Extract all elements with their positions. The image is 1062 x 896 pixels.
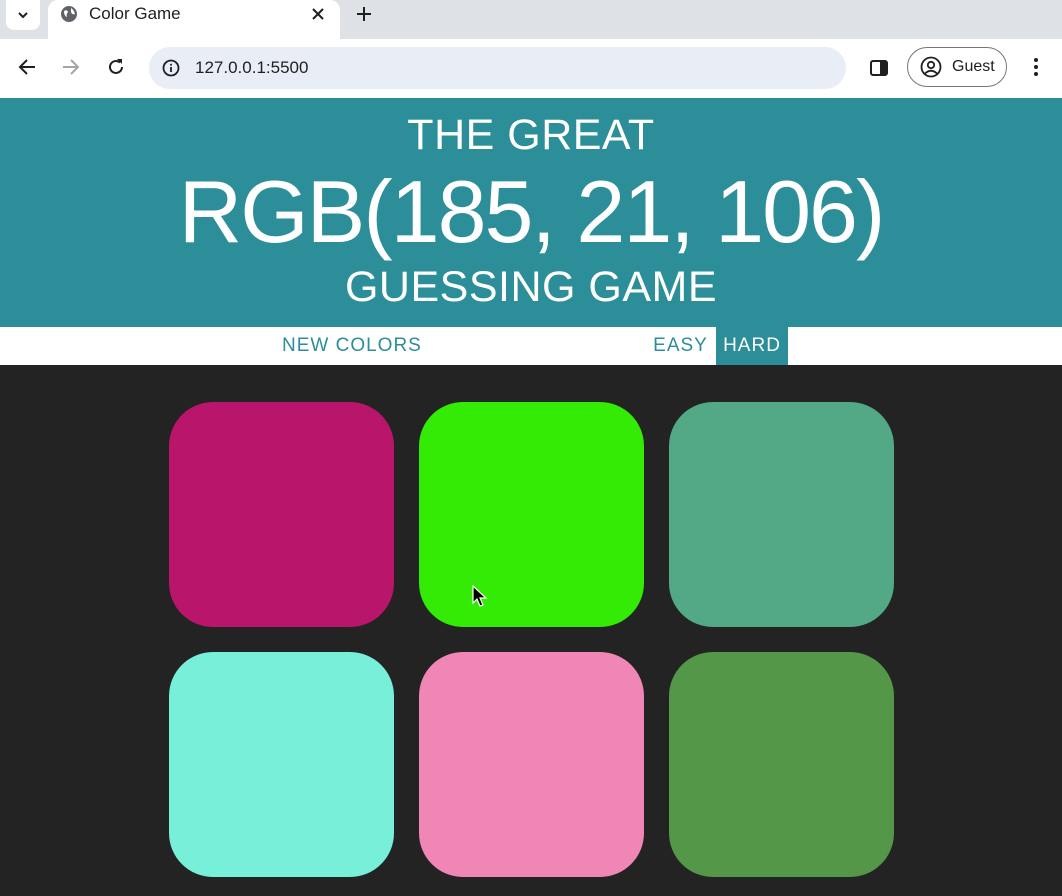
forward-button[interactable] <box>59 55 83 79</box>
side-panel-button[interactable] <box>867 56 891 80</box>
profile-label: Guest <box>952 58 995 75</box>
browser-menu-button[interactable] <box>1026 55 1046 79</box>
new-colors-button[interactable]: NEW COLORS <box>282 327 422 365</box>
reload-icon <box>109 59 123 74</box>
back-arrow-icon <box>18 59 35 75</box>
tab-search-button[interactable] <box>6 0 40 30</box>
site-info-button[interactable] <box>161 58 181 78</box>
hard-mode-button[interactable]: HARD <box>716 327 788 365</box>
header-title-bottom: GUESSING GAME <box>344 263 718 311</box>
tab-title: Color Game <box>89 4 181 23</box>
site-info-icon <box>162 59 180 77</box>
close-icon <box>312 8 324 20</box>
back-button[interactable] <box>15 55 39 79</box>
rgb-display: RGB(185, 21, 106) <box>178 162 886 261</box>
new-tab-button[interactable] <box>354 4 374 24</box>
url-text: 127.0.0.1:5500 <box>195 58 309 77</box>
kebab-menu-icon <box>1034 58 1038 76</box>
mouse-cursor-icon <box>472 585 488 607</box>
color-square-6[interactable] <box>669 652 894 877</box>
browser-toolbar: 127.0.0.1:5500 Guest <box>0 39 1062 98</box>
tab-strip: Color Game <box>0 0 1062 39</box>
reload-button[interactable] <box>104 55 128 79</box>
color-square-3[interactable] <box>669 402 894 627</box>
chevron-down-icon <box>18 12 28 19</box>
color-square-4[interactable] <box>169 652 394 877</box>
address-bar[interactable]: 127.0.0.1:5500 <box>149 47 846 89</box>
easy-mode-button[interactable]: EASY <box>645 327 716 365</box>
color-square-1[interactable] <box>169 402 394 627</box>
color-board <box>169 402 894 877</box>
profile-button[interactable]: Guest <box>907 47 1007 87</box>
browser-tab[interactable]: Color Game <box>48 0 340 39</box>
header-title-top: THE GREAT <box>407 111 655 159</box>
globe-icon <box>61 6 77 22</box>
color-square-5[interactable] <box>419 652 644 877</box>
close-tab-button[interactable] <box>308 4 328 24</box>
controls-stripe: NEW COLORS EASY HARD <box>0 327 1062 365</box>
game-header: THE GREAT RGB(185, 21, 106) GUESSING GAM… <box>0 98 1062 327</box>
color-square-2[interactable] <box>419 402 644 627</box>
profile-icon <box>920 56 942 78</box>
side-panel-icon <box>870 60 888 76</box>
plus-icon <box>357 7 371 21</box>
forward-arrow-icon <box>63 59 80 75</box>
